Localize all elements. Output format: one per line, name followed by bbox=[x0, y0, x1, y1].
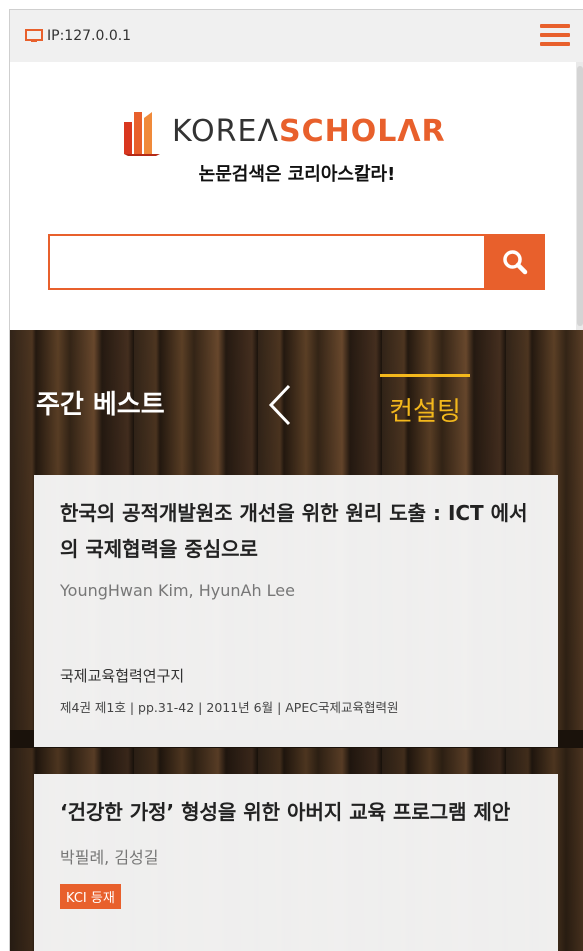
article-meta: 제4권 제1호 | pp.31-42 | 2011년 6월 | APEC국제교육… bbox=[60, 700, 399, 715]
site-logo[interactable]: KOREΛSCHOLΛR bbox=[122, 108, 446, 156]
tab-consulting[interactable]: 컨설팅 bbox=[380, 374, 470, 428]
section-label: 주간 베스트 bbox=[36, 390, 165, 420]
slogan: 논문검색은 코리아스칼라! bbox=[198, 164, 396, 185]
article-journal: 국제교육협력연구지 bbox=[60, 667, 185, 685]
scrollbar[interactable] bbox=[576, 62, 583, 332]
search-box bbox=[48, 234, 545, 290]
article-card[interactable]: 한국의 공적개발원조 개선을 위한 원리 도출 : ICT 에서의 국제협력을 … bbox=[34, 475, 558, 747]
weekly-best-section: 주간 베스트 컨설팅 한국의 공적개발원조 개선을 위한 원리 도출 : ICT… bbox=[10, 330, 583, 951]
ip-label: IP:127.0.0.1 bbox=[47, 28, 132, 44]
app-frame: IP:127.0.0.1 KOREΛSCHOLΛR 논문검색은 코리아스칼라! … bbox=[9, 9, 583, 951]
hamburger-icon[interactable] bbox=[540, 24, 570, 50]
chevron-left-icon[interactable] bbox=[265, 382, 295, 428]
book-logo-icon bbox=[124, 112, 160, 156]
top-bar: IP:127.0.0.1 bbox=[10, 10, 583, 62]
article-authors: YoungHwan Kim, HyunAh Lee bbox=[60, 581, 295, 600]
article-card[interactable]: ‘건강한 가정’ 형성을 위한 아버지 교육 프로그램 제안 박필례, 김성길 … bbox=[34, 774, 558, 951]
kci-badge: KCI 등재 bbox=[60, 884, 121, 909]
search-input[interactable] bbox=[50, 236, 486, 288]
search-button[interactable] bbox=[484, 234, 545, 290]
ip-indicator: IP:127.0.0.1 bbox=[25, 28, 131, 44]
monitor-icon bbox=[25, 29, 43, 42]
article-title[interactable]: ‘건강한 가정’ 형성을 위한 아버지 교육 프로그램 제안 bbox=[60, 794, 532, 830]
search-icon bbox=[502, 250, 527, 275]
article-authors: 박필례, 김성길 bbox=[60, 848, 159, 867]
article-title[interactable]: 한국의 공적개발원조 개선을 위한 원리 도출 : ICT 에서의 국제협력을 … bbox=[60, 495, 532, 567]
logo-text: KOREΛSCHOLΛR bbox=[172, 114, 446, 149]
